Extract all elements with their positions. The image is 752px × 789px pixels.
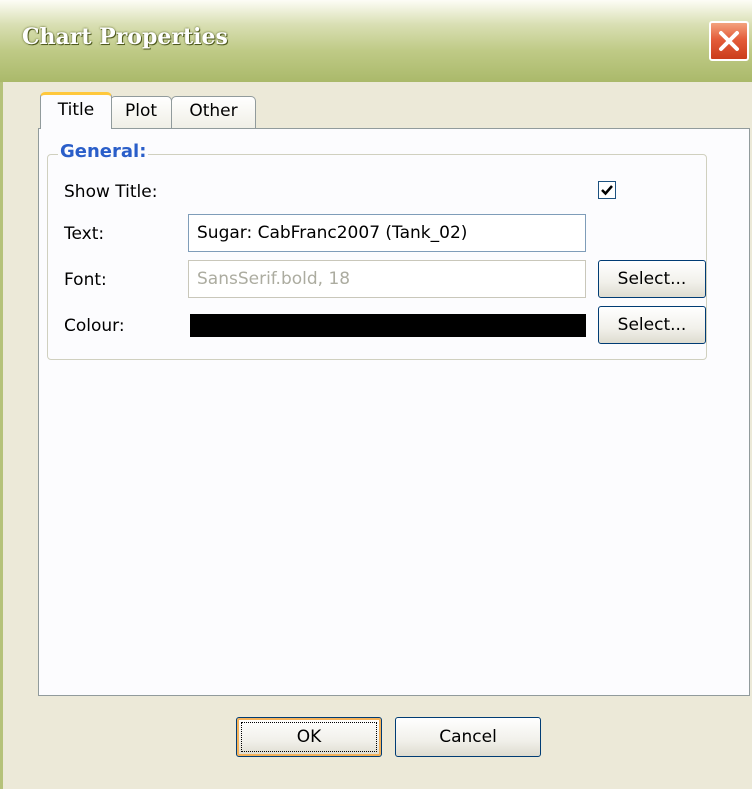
close-button[interactable]	[709, 21, 749, 61]
tab-other[interactable]: Other	[171, 96, 256, 128]
title-text-input[interactable]	[188, 214, 586, 252]
ok-button[interactable]: OK	[236, 717, 382, 757]
title-bar[interactable]: Chart Properties	[0, 0, 752, 82]
cancel-button[interactable]: Cancel	[395, 717, 541, 757]
show-title-label: Show Title:	[64, 182, 158, 202]
colour-swatch[interactable]	[190, 314, 586, 337]
ok-label: OK	[296, 727, 322, 747]
font-field	[188, 260, 586, 298]
font-select-button[interactable]: Select...	[598, 260, 706, 298]
tab-plot[interactable]: Plot	[110, 96, 172, 128]
colour-select-button[interactable]: Select...	[598, 306, 706, 344]
close-icon	[719, 31, 739, 51]
show-title-checkbox[interactable]	[598, 181, 616, 199]
window-title: Chart Properties	[22, 24, 228, 50]
colour-label: Colour:	[64, 316, 125, 336]
checkmark-icon	[601, 185, 613, 196]
general-legend: General:	[58, 141, 149, 162]
tab-title[interactable]: Title	[40, 92, 112, 129]
text-label: Text:	[64, 224, 105, 244]
font-label: Font:	[64, 270, 107, 290]
